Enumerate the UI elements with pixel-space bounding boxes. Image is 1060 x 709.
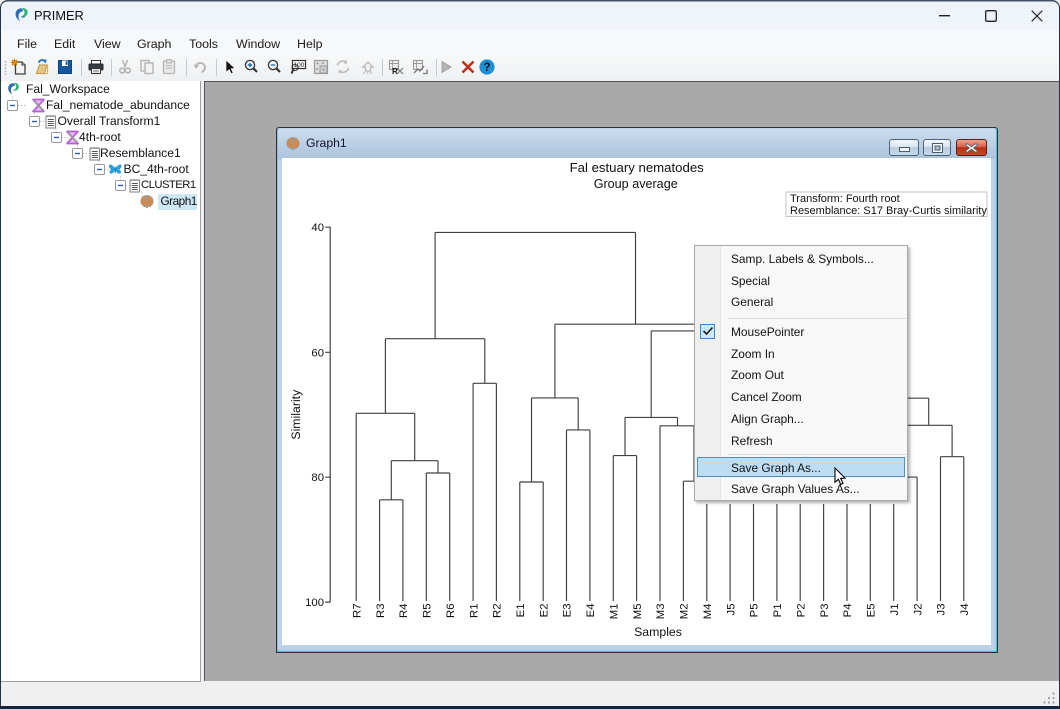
svg-text:P1: P1	[772, 603, 784, 617]
svg-text:R5: R5	[421, 603, 433, 617]
svg-text:Resemblance: S17 Bray-Curtis s: Resemblance: S17 Bray-Curtis similarity	[790, 205, 987, 217]
svg-text:M5: M5	[631, 603, 643, 619]
svg-text:Group average: Group average	[593, 177, 677, 191]
svg-text:P4: P4	[842, 603, 854, 617]
svg-text:Fal estuary nematodes: Fal estuary nematodes	[569, 160, 704, 175]
svg-text:Transform: Fourth root: Transform: Fourth root	[790, 193, 900, 205]
svg-text:M1: M1	[608, 603, 620, 619]
svg-text:100: 100	[294, 62, 305, 69]
svg-text:J2: J2	[912, 603, 924, 615]
svg-text:R7: R7	[351, 603, 363, 617]
svg-text:E2: E2	[538, 603, 550, 617]
svg-text:P3: P3	[818, 603, 830, 617]
svg-text:?: ?	[483, 62, 490, 74]
svg-text:P5: P5	[748, 603, 760, 617]
svg-text:J1: J1	[888, 603, 900, 615]
svg-text:J5: J5	[725, 603, 737, 615]
svg-text:M2: M2	[678, 603, 690, 619]
svg-text:J4: J4	[959, 603, 971, 615]
svg-text:E5: E5	[865, 603, 877, 617]
svg-text:R1: R1	[468, 603, 480, 617]
svg-text:E3: E3	[561, 603, 573, 617]
svg-text:80: 80	[311, 472, 324, 484]
svg-text:R3: R3	[374, 603, 386, 617]
svg-text:100: 100	[305, 597, 324, 609]
svg-text:R4: R4	[398, 603, 410, 617]
svg-text:60: 60	[311, 347, 324, 359]
svg-text:E1: E1	[515, 603, 527, 617]
svg-text:M3: M3	[655, 603, 667, 619]
svg-text:Similarity: Similarity	[289, 388, 303, 439]
svg-text:M4: M4	[702, 603, 714, 619]
svg-text:40: 40	[311, 222, 324, 234]
svg-text:J3: J3	[935, 603, 947, 615]
svg-text:R6: R6	[444, 603, 456, 617]
svg-text:Samples: Samples	[634, 625, 682, 639]
svg-text:R2: R2	[491, 603, 503, 617]
svg-text:E4: E4	[585, 603, 597, 617]
svg-text:P2: P2	[795, 603, 807, 617]
